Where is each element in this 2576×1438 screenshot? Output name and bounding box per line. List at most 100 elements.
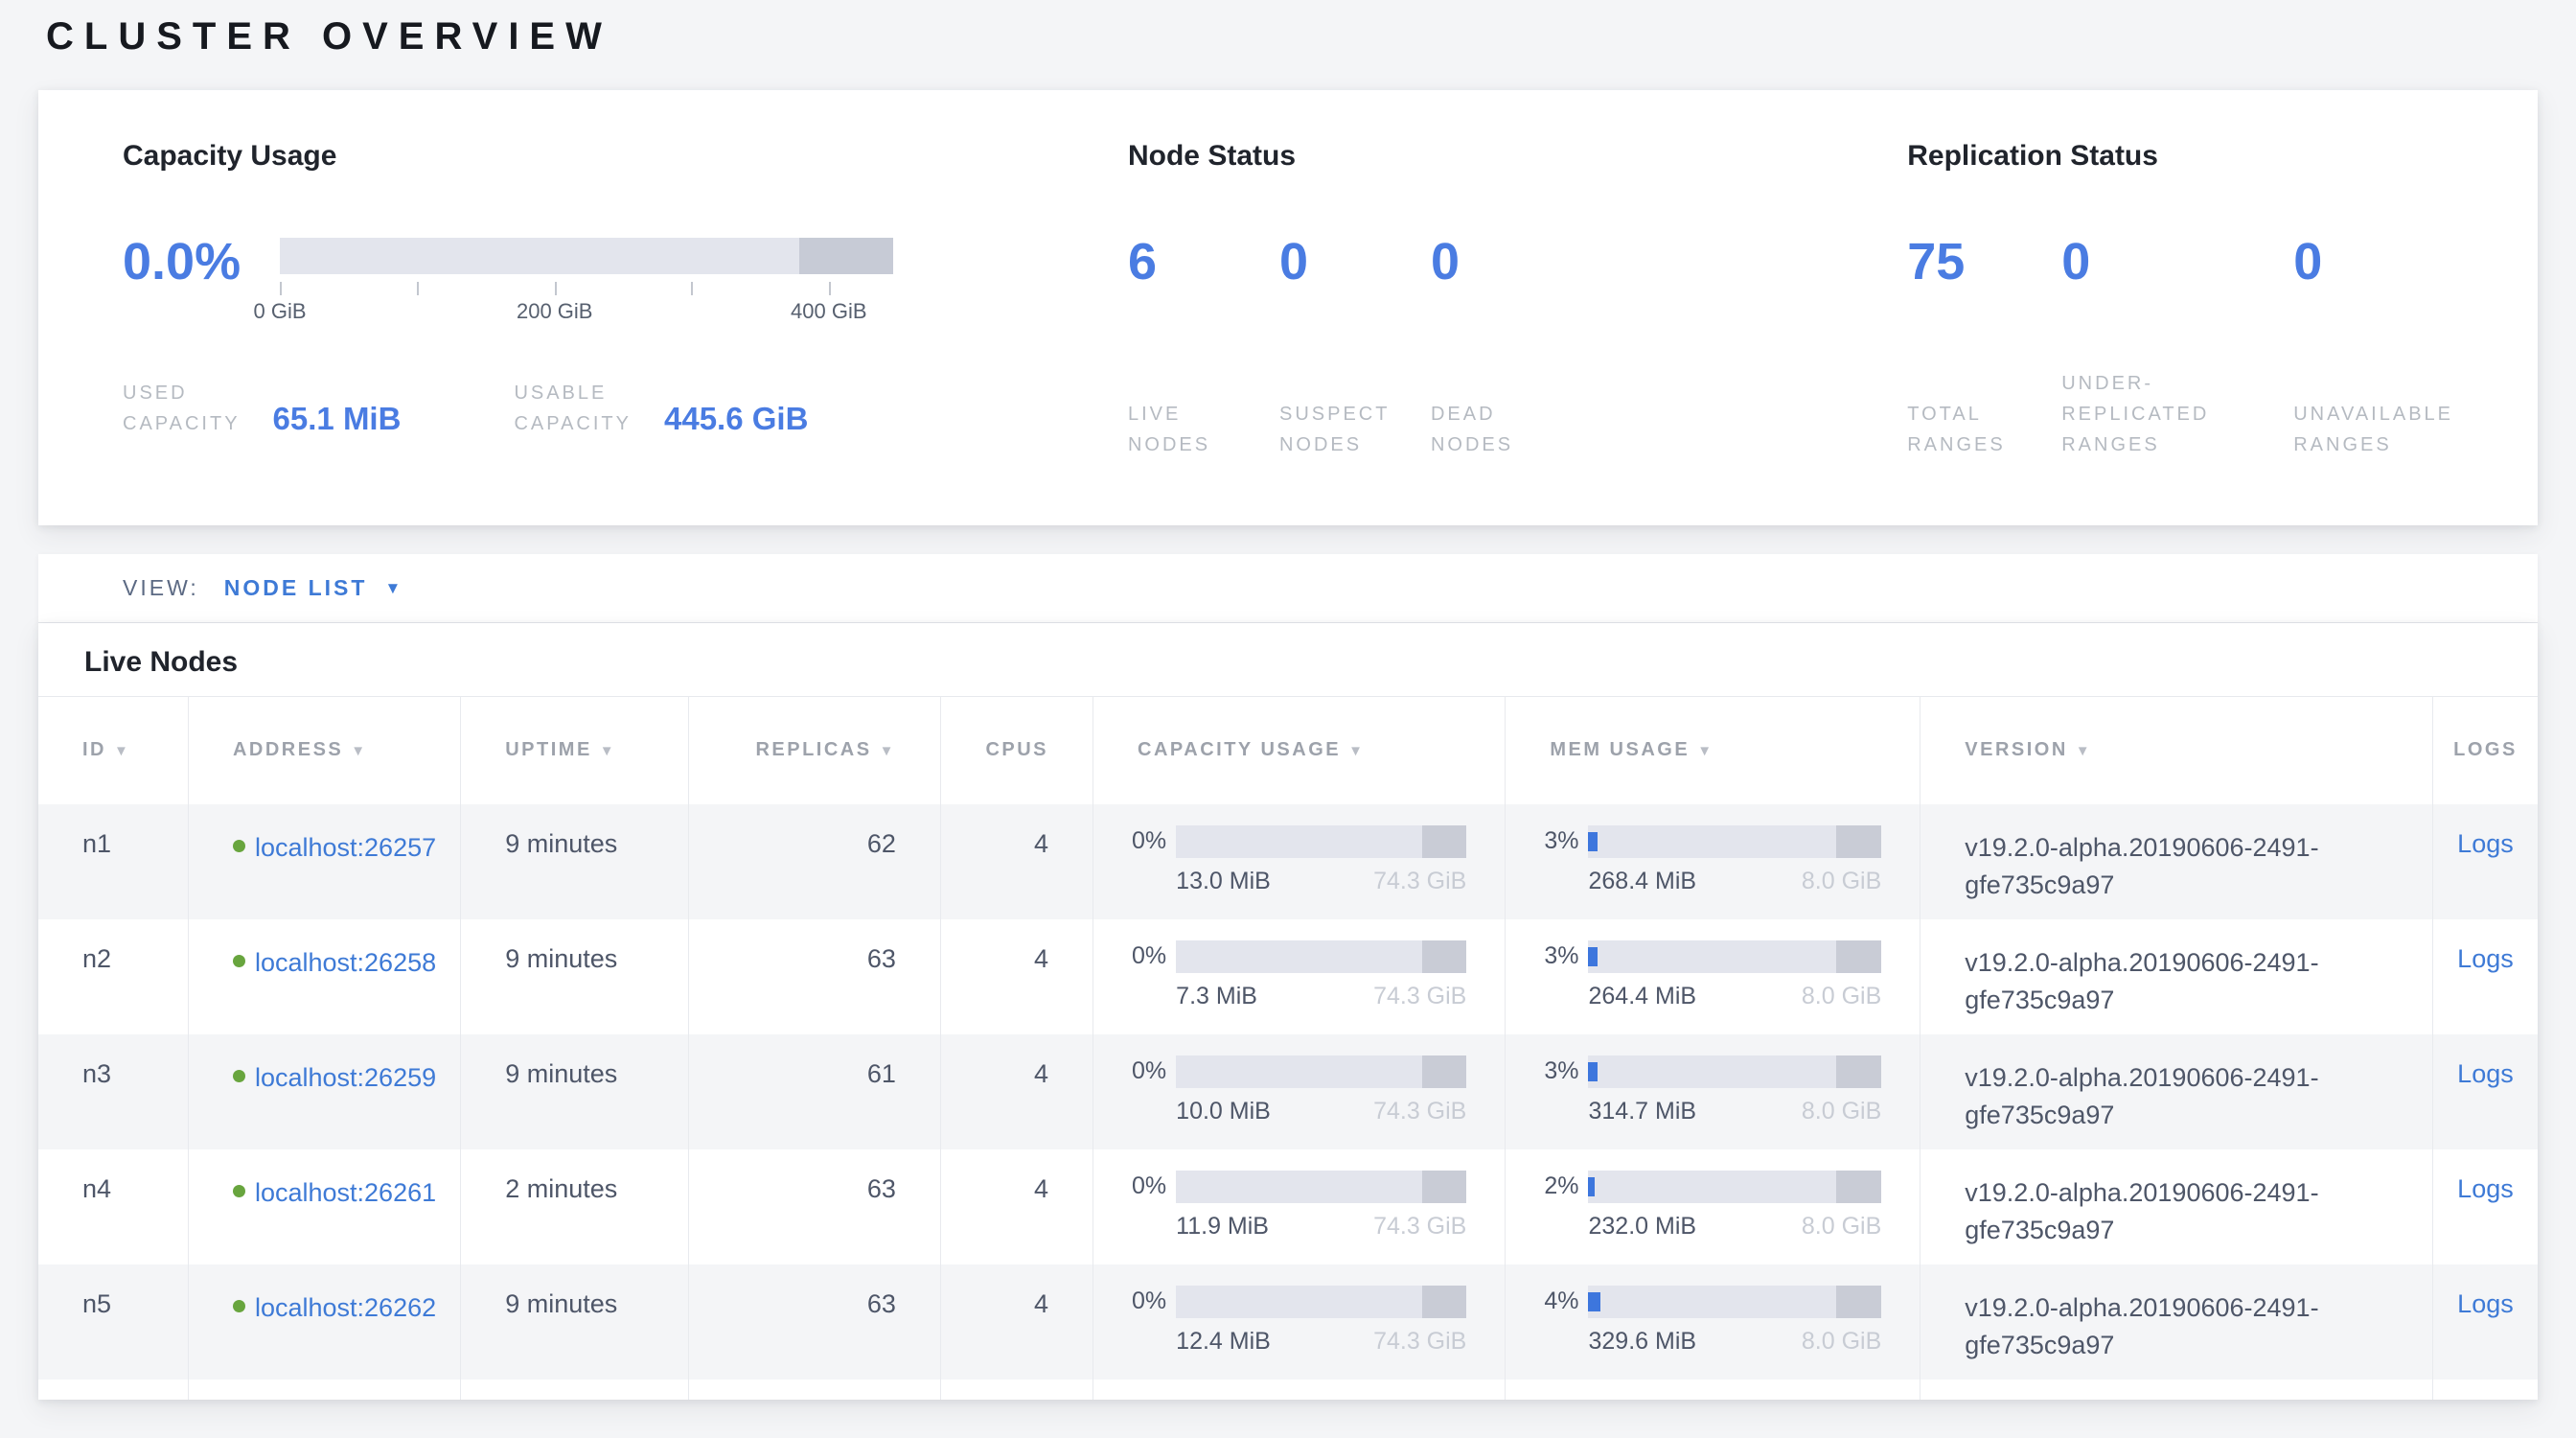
mem-used-value: 232.0 MiB (1588, 1213, 1696, 1241)
replicas-cell: 63 (688, 1264, 940, 1380)
live-nodes-value: 6 (1128, 234, 1279, 290)
version-cell: v19.2.0-alpha.20190606-2491-gfe735c9a97 (1920, 804, 2433, 919)
view-label: VIEW: (123, 575, 199, 601)
logs-link[interactable]: Logs (2457, 1289, 2514, 1318)
tick-label-400: 400 GiB (791, 299, 867, 324)
replicas-cell: 63 (688, 1149, 940, 1264)
node-address-link[interactable]: localhost:26261 (255, 1174, 436, 1212)
mem-usage-cell: 2% 232.0 MiB8.0 GiB (1506, 1149, 1920, 1264)
node-address-link[interactable]: localhost:26257 (255, 829, 436, 867)
mem-usage-bar (1588, 1286, 1881, 1318)
capacity-usage-cell: 0% 7.3 MiB 74.3 GiB (1093, 919, 1506, 1034)
column-header-replicas[interactable]: REPLICAS▼ (688, 697, 940, 804)
column-header-mem-usage[interactable]: MEM USAGE▼ (1506, 697, 1920, 804)
mem-usage-bar (1588, 1171, 1881, 1203)
logs-link[interactable]: Logs (2457, 1174, 2514, 1203)
node-address-link[interactable]: localhost:26262 (255, 1289, 436, 1327)
capacity-usage-heading: Capacity Usage (123, 140, 1128, 173)
table-row: n2 localhost:26258 9 minutes 63 4 0% 7.3… (38, 919, 2538, 1034)
table-row: n1 localhost:26257 9 minutes 62 4 0% 13.… (38, 804, 2538, 919)
uptime-cell: 2 minutes (461, 1149, 688, 1264)
tick-mark (829, 282, 831, 295)
mem-percent-label: 2% (1544, 1172, 1578, 1200)
mem-usage-bar (1588, 940, 1881, 973)
capacity-percent-label: 0% (1132, 827, 1166, 855)
live-status-icon (233, 1185, 245, 1197)
live-nodes-heading: Live Nodes (38, 623, 2538, 696)
capacity-percent-label: 0% (1132, 1057, 1166, 1085)
column-header-logs: LOGS (2432, 697, 2538, 804)
node-address-cell: localhost:26259 (188, 1034, 460, 1149)
sort-descending-icon: ▼ (880, 743, 896, 759)
tick-mark (555, 282, 557, 295)
table-row: n5 localhost:26262 9 minutes 63 4 0% 12.… (38, 1264, 2538, 1380)
used-capacity-stat: USED CAPACITY 65.1 MiB (123, 378, 401, 439)
node-address-link[interactable]: localhost:26258 (255, 944, 436, 982)
logs-cell: Logs (2432, 919, 2538, 1034)
replicas-cell: 63 (688, 919, 940, 1034)
node-address-link[interactable]: localhost:26259 (255, 1059, 436, 1097)
cluster-overview-page: CLUSTER OVERVIEW Capacity Usage 0.0% (0, 0, 2576, 1400)
capacity-meter-bar (280, 238, 893, 274)
capacity-usage-cell: 0% 13.0 MiB74.3 GiB (1093, 804, 1506, 919)
table-row: n4 localhost:26261 2 minutes 63 4 0% 11.… (38, 1149, 2538, 1264)
mem-percent-label: 3% (1544, 1057, 1578, 1085)
logs-link[interactable]: Logs (2457, 1059, 2514, 1088)
capacity-meter-reserved-segment (799, 238, 893, 274)
column-header-capacity-usage[interactable]: CAPACITY USAGE▼ (1093, 697, 1506, 804)
logs-link[interactable]: Logs (2457, 829, 2514, 858)
mem-usage-bar (1588, 1055, 1881, 1088)
column-header-uptime[interactable]: UPTIME▼ (461, 697, 688, 804)
capacity-total-value: 74.3 GiB (1373, 983, 1466, 1010)
capacity-percent-label: 0% (1132, 942, 1166, 970)
usable-capacity-value: 445.6 GiB (664, 401, 808, 437)
mem-total-value: 8.0 GiB (1802, 983, 1881, 1010)
column-header-address[interactable]: ADDRESS▼ (188, 697, 460, 804)
node-id-cell: n5 (38, 1264, 188, 1380)
uptime-cell: 9 minutes (461, 1034, 688, 1149)
dead-nodes-stat: 0 DEAD NODES (1431, 234, 1582, 460)
logs-cell: Logs (2432, 1034, 2538, 1149)
node-address-cell: localhost:26257 (188, 804, 460, 919)
version-cell: v19.2.0-alpha.20190606-2491-gfe735c9a97 (1920, 1149, 2433, 1264)
mem-total-value: 8.0 GiB (1802, 868, 1881, 895)
mem-used-value: 268.4 MiB (1588, 868, 1696, 895)
mem-percent-label: 3% (1544, 942, 1578, 970)
capacity-used-value: 7.3 MiB (1176, 983, 1257, 1010)
dead-nodes-label: DEAD NODES (1431, 399, 1582, 460)
live-nodes-label: LIVE NODES (1128, 399, 1279, 460)
total-ranges-stat: 75 TOTAL RANGES (1907, 234, 2061, 460)
view-dropdown-selected[interactable]: NODE LIST (224, 575, 368, 601)
live-nodes-card: Live Nodes ID▼ ADDRESS▼ UPTIME▼ REPLICAS… (38, 623, 2538, 1400)
total-ranges-value: 75 (1907, 234, 2061, 290)
tick-mark (280, 282, 282, 295)
view-dropdown[interactable]: NODE LIST ▼ (224, 575, 402, 601)
mem-usage-cell: 3% 264.4 MiB8.0 GiB (1506, 919, 1920, 1034)
live-nodes-table: ID▼ ADDRESS▼ UPTIME▼ REPLICAS▼ CPUS CAPA… (38, 696, 2538, 1400)
dead-nodes-value: 0 (1431, 234, 1582, 290)
uptime-cell: 9 minutes (461, 1264, 688, 1380)
capacity-usage-bar (1176, 940, 1466, 973)
column-header-id[interactable]: ID▼ (38, 697, 188, 804)
mem-used-value: 314.7 MiB (1588, 1098, 1696, 1125)
node-id-cell: n1 (38, 804, 188, 919)
logs-cell: Logs (2432, 1149, 2538, 1264)
replicas-cell: 61 (688, 1034, 940, 1149)
unavailable-ranges-stat: 0 UNAVAILABLE RANGES (2293, 234, 2453, 460)
suspect-nodes-label: SUSPECT NODES (1279, 399, 1431, 460)
column-header-cpus[interactable]: CPUS (940, 697, 1092, 804)
table-row-partial (38, 1380, 2538, 1400)
node-status-section: Node Status 6 LIVE NODES 0 SUSPECT NODES… (1128, 140, 1907, 525)
mem-usage-bar (1588, 825, 1881, 858)
chevron-down-icon[interactable]: ▼ (384, 579, 401, 598)
column-header-version[interactable]: VERSION▼ (1920, 697, 2433, 804)
capacity-meter: 0 GiB 200 GiB 400 GiB (280, 238, 893, 322)
logs-link[interactable]: Logs (2457, 944, 2514, 973)
capacity-usage-bar (1176, 1171, 1466, 1203)
usable-capacity-stat: USABLE CAPACITY 445.6 GiB (514, 378, 808, 439)
tick-label-200: 200 GiB (517, 299, 593, 324)
sort-descending-icon: ▼ (114, 743, 130, 759)
capacity-total-value: 74.3 GiB (1373, 1098, 1466, 1125)
used-capacity-value: 65.1 MiB (273, 401, 402, 437)
suspect-nodes-stat: 0 SUSPECT NODES (1279, 234, 1431, 460)
